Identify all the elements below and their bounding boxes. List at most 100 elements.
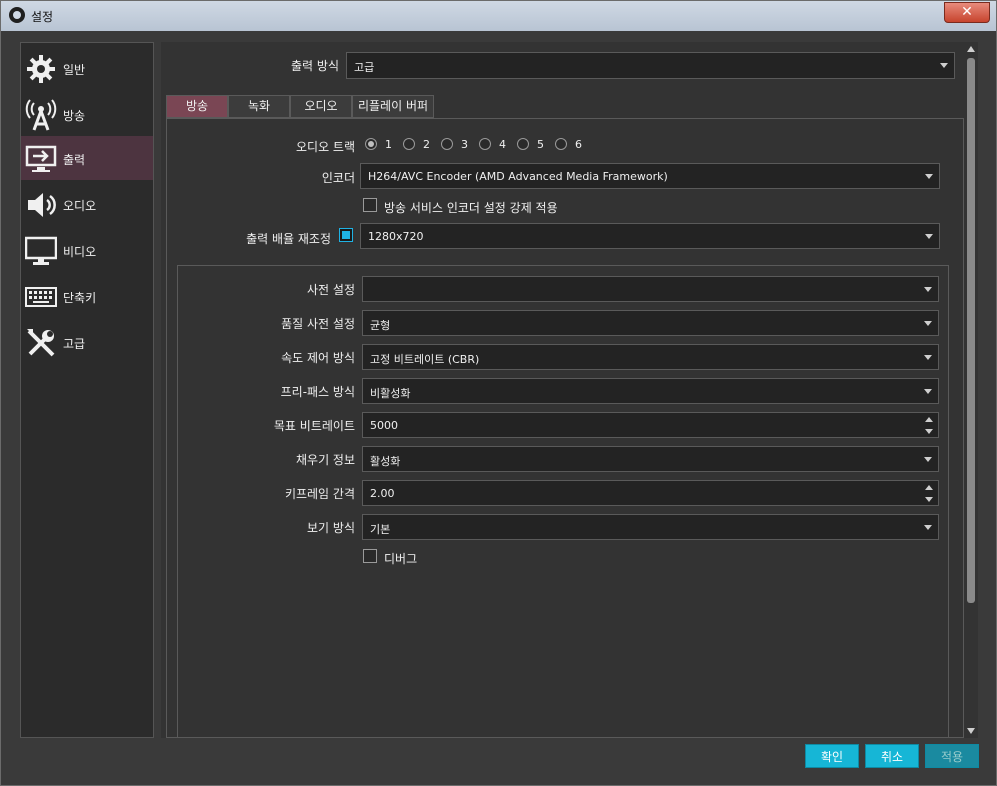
rate-control-select[interactable]: 고정 비트레이트 (CBR): [362, 344, 939, 370]
tab-stream[interactable]: 방송: [166, 95, 228, 118]
sidebar-item-advanced[interactable]: 고급: [21, 320, 153, 364]
chevron-down-icon: [924, 355, 932, 360]
monitor-icon: [25, 236, 57, 265]
filler-label: 채우기 정보: [295, 453, 355, 467]
chevron-down-icon: [925, 174, 933, 179]
audio-track-radio-5[interactable]: [517, 138, 529, 150]
audio-track-radio-label: 6: [575, 138, 582, 151]
audio-track-label: 오디오 트랙: [295, 140, 355, 154]
filler-value: 활성화: [370, 455, 401, 468]
tab-recording[interactable]: 녹화: [228, 95, 290, 118]
ok-button[interactable]: 확인: [805, 744, 859, 768]
preset-select[interactable]: [362, 276, 939, 302]
encoder-value: H264/AVC Encoder (AMD Advanced Media Fra…: [368, 170, 668, 183]
sidebar-item-audio[interactable]: 오디오: [21, 182, 153, 226]
sidebar-item-output[interactable]: 출력: [21, 136, 153, 180]
chevron-down-icon: [924, 321, 932, 326]
audio-track-radio-1[interactable]: [365, 138, 377, 150]
enforce-encoder-checkbox[interactable]: [363, 198, 377, 212]
output-mode-select[interactable]: 고급: [346, 52, 955, 79]
view-mode-select[interactable]: 기본: [362, 514, 939, 540]
sidebar-item-label: 비디오: [63, 245, 97, 259]
prepass-select[interactable]: 비활성화: [362, 378, 939, 404]
chevron-down-icon: [940, 63, 948, 68]
bitrate-label: 목표 비트레이트: [273, 419, 355, 433]
sidebar-item-general[interactable]: 일반: [21, 46, 153, 90]
audio-track-radio-label: 2: [423, 138, 430, 151]
broadcast-icon: [25, 99, 57, 131]
sidebar-item-label: 고급: [63, 337, 86, 351]
audio-track-radio-3[interactable]: [441, 138, 453, 150]
content-scrollbar[interactable]: [964, 42, 978, 738]
audio-track-radio-6[interactable]: [555, 138, 567, 150]
tools-icon: [27, 329, 55, 357]
quality-preset-value: 균형: [370, 319, 391, 332]
chevron-down-icon: [924, 287, 932, 292]
view-mode-value: 기본: [370, 523, 391, 536]
rescale-label: 출력 배율 재조정: [246, 232, 331, 246]
scroll-up-icon[interactable]: [967, 46, 975, 52]
quality-preset-select[interactable]: 균형: [362, 310, 939, 336]
title-bar: 설정 ✕: [1, 1, 996, 31]
debug-checkbox[interactable]: [363, 549, 377, 563]
quality-preset-label: 품질 사전 설정: [281, 317, 355, 331]
sidebar-item-label: 출력: [63, 153, 86, 167]
gear-icon: [27, 55, 55, 83]
preset-label: 사전 설정: [307, 283, 355, 297]
scroll-down-icon[interactable]: [967, 728, 975, 734]
encoder-label: 인코더: [321, 171, 355, 185]
apply-button[interactable]: 적용: [925, 744, 979, 768]
sidebar-item-label: 방송: [63, 109, 86, 123]
prepass-label: 프리-패스 방식: [280, 385, 355, 399]
chevron-down-icon: [924, 525, 932, 530]
window-title: 설정: [31, 10, 54, 24]
audio-track-radio-label: 4: [499, 138, 506, 151]
audio-track-radio-label: 3: [461, 138, 468, 151]
audio-track-radio-label: 1: [385, 138, 392, 151]
output-icon: [25, 145, 57, 172]
chevron-down-icon: [924, 457, 932, 462]
sidebar-item-video[interactable]: 비디오: [21, 228, 153, 272]
tab-audio[interactable]: 오디오: [290, 95, 352, 118]
audio-track-radio-label: 5: [537, 138, 544, 151]
encoder-select[interactable]: H264/AVC Encoder (AMD Advanced Media Fra…: [360, 163, 940, 189]
debug-label: 디버그: [384, 552, 418, 566]
rate-control-label: 속도 제어 방식: [281, 351, 355, 365]
audio-track-radio-2[interactable]: [403, 138, 415, 150]
close-button[interactable]: ✕: [944, 2, 990, 23]
prepass-value: 비활성화: [370, 387, 411, 400]
view-mode-label: 보기 방식: [307, 521, 355, 535]
spin-down-icon[interactable]: [925, 429, 933, 434]
scroll-thumb[interactable]: [967, 58, 975, 603]
sidebar-item-label: 오디오: [63, 199, 97, 213]
keyframe-value: 2.00: [370, 487, 395, 500]
audio-track-radio-4[interactable]: [479, 138, 491, 150]
spin-up-icon[interactable]: [925, 417, 933, 422]
keyframe-label: 키프레임 간격: [284, 487, 355, 501]
sidebar-item-stream[interactable]: 방송: [21, 92, 153, 136]
enforce-encoder-label: 방송 서비스 인코더 설정 강제 적용: [384, 201, 558, 215]
tab-replay-buffer[interactable]: 리플레이 버퍼: [352, 95, 434, 118]
keyframe-spinbox[interactable]: 2.00: [362, 480, 939, 506]
output-mode-label: 출력 방식: [291, 59, 339, 73]
chevron-down-icon: [924, 389, 932, 394]
obs-app-icon: [9, 7, 25, 23]
filler-select[interactable]: 활성화: [362, 446, 939, 472]
bitrate-value: 5000: [370, 419, 398, 432]
rescale-checkbox[interactable]: [339, 228, 353, 242]
rescale-value: 1280x720: [368, 230, 424, 243]
spin-down-icon[interactable]: [925, 497, 933, 502]
sidebar-item-hotkeys[interactable]: 단축키: [21, 274, 153, 318]
rescale-resolution-select[interactable]: 1280x720: [360, 223, 940, 249]
settings-window: 설정 ✕ 일반 방송 출력 오디오 비디오 단축키 고급 출력 방식 고급 방송…: [0, 0, 997, 786]
sidebar-item-label: 단축키: [63, 291, 97, 305]
sidebar-item-label: 일반: [63, 63, 86, 77]
settings-sidebar: 일반 방송 출력 오디오 비디오 단축키 고급: [20, 42, 154, 738]
bitrate-spinbox[interactable]: 5000: [362, 412, 939, 438]
rate-control-value: 고정 비트레이트 (CBR): [370, 353, 480, 366]
output-mode-value: 고급: [354, 61, 375, 74]
speaker-icon: [28, 193, 56, 217]
spin-up-icon[interactable]: [925, 485, 933, 490]
chevron-down-icon: [925, 234, 933, 239]
cancel-button[interactable]: 취소: [865, 744, 919, 768]
